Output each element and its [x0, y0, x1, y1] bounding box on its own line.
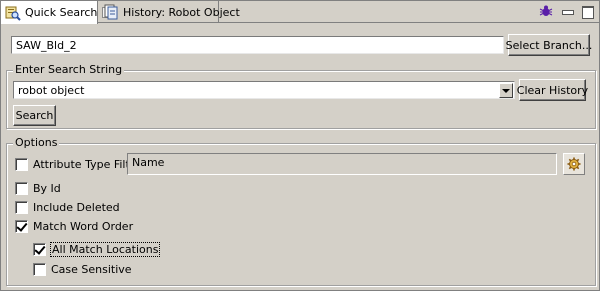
options-legend: Options	[13, 136, 60, 150]
attribute-filter-value: Name	[132, 156, 165, 169]
case-sensitive-checkbox[interactable]	[33, 262, 46, 276]
match-word-order-row: Match Word Order	[15, 218, 133, 234]
tab-quick-search[interactable]: Quick Search ✕	[1, 1, 113, 24]
attribute-filter-field[interactable]: Name	[127, 153, 557, 175]
select-branch-button[interactable]: Select Branch...	[505, 34, 593, 56]
match-word-order-label: Match Word Order	[33, 219, 134, 233]
include-deleted-label: Include Deleted	[33, 200, 120, 214]
quick-search-view: Quick Search ✕ History: Robot Object	[0, 0, 600, 291]
search-string-value: robot object	[18, 84, 85, 97]
maximize-icon[interactable]	[581, 5, 594, 19]
view-toolbar	[539, 4, 594, 19]
clear-history-button[interactable]: Clear History	[516, 79, 589, 101]
view-tab-bar: Quick Search ✕ History: Robot Object	[1, 1, 599, 24]
tab-history-label: History: Robot Object	[123, 5, 240, 19]
attribute-filter-row: Attribute Type Filter:	[15, 156, 145, 172]
quick-search-icon	[5, 6, 21, 21]
branch-field[interactable]: SAW_Bld_2	[11, 36, 504, 54]
by-id-row: By Id	[15, 180, 61, 196]
search-button[interactable]: Search	[13, 105, 56, 126]
minimize-icon[interactable]	[561, 5, 574, 17]
chevron-down-icon[interactable]	[499, 83, 513, 98]
all-match-locations-row: All Match Locations	[33, 241, 161, 257]
tab-history[interactable]: History: Robot Object	[99, 1, 240, 23]
attribute-filter-checkbox[interactable]	[15, 157, 28, 171]
select-branch-label: Select Branch...	[505, 38, 593, 52]
search-string-combo[interactable]: robot object	[13, 81, 515, 99]
search-string-group: Enter Search String	[6, 63, 596, 129]
attribute-filter-settings-button[interactable]	[563, 153, 585, 175]
history-icon	[104, 4, 118, 20]
by-id-checkbox[interactable]	[15, 181, 28, 195]
include-deleted-row: Include Deleted	[15, 199, 120, 215]
search-button-label: Search	[15, 109, 54, 122]
tab-quick-search-label: Quick Search	[25, 6, 98, 19]
branch-value: SAW_Bld_2	[16, 39, 77, 52]
match-word-order-checkbox[interactable]	[15, 219, 28, 233]
all-match-locations-label: All Match Locations	[49, 241, 161, 257]
case-sensitive-row: Case Sensitive	[33, 261, 132, 277]
by-id-label: By Id	[33, 181, 61, 195]
gear-icon	[567, 157, 581, 171]
search-string-legend: Enter Search String	[13, 63, 125, 77]
bug-icon[interactable]	[539, 4, 553, 18]
all-match-locations-checkbox[interactable]	[33, 242, 46, 256]
case-sensitive-label: Case Sensitive	[51, 262, 132, 276]
clear-history-label: Clear History	[516, 83, 589, 97]
include-deleted-checkbox[interactable]	[15, 200, 28, 214]
